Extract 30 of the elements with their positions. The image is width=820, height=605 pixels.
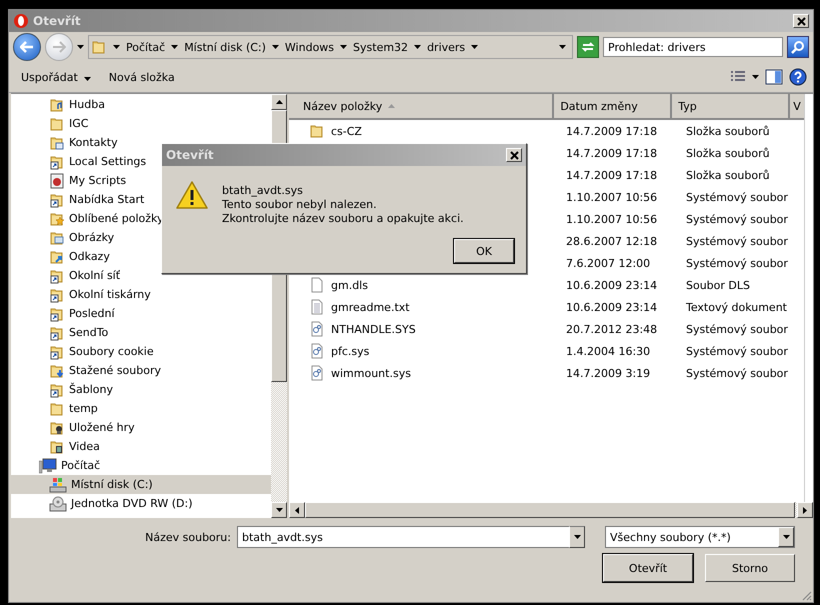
date-cell: 14.7.2009 3:19 bbox=[566, 366, 650, 380]
type-cell: Systémový soubor bbox=[686, 234, 788, 248]
type-cell: Systémový soubor bbox=[686, 366, 788, 380]
type-cell: Složka souborů bbox=[686, 124, 770, 138]
date-cell: 10.6.2009 23:14 bbox=[566, 300, 658, 314]
type-cell: Soubor DLS bbox=[686, 278, 750, 292]
message-text: btath_avdt.sys bbox=[222, 184, 304, 197]
type-cell: Textový dokument bbox=[686, 300, 787, 314]
date-cell: 28.6.2007 12:18 bbox=[566, 234, 658, 248]
message-text: Zkontrolujte název souboru a opakujte akci. bbox=[222, 212, 464, 225]
date-cell: 1.10.2007 10:56 bbox=[566, 212, 658, 226]
date-cell: 1.4.2004 16:30 bbox=[566, 344, 650, 358]
window-title: Otevřít bbox=[33, 14, 82, 28]
type-cell: Složka souborů bbox=[686, 146, 770, 160]
type-cell: Systémový soubor bbox=[686, 190, 788, 204]
message-text: Tento soubor nebyl nalezen. bbox=[222, 198, 378, 211]
type-cell: Systémový soubor bbox=[686, 322, 788, 336]
type-cell: Složka souborů bbox=[686, 168, 770, 182]
filename-label: Název souboru: bbox=[145, 530, 231, 544]
dialog-title: Otevřít bbox=[166, 148, 215, 162]
date-cell: 14.7.2009 17:18 bbox=[566, 146, 658, 160]
date-cell: 7.6.2007 12:00 bbox=[566, 256, 650, 270]
type-cell: Systémový soubor bbox=[686, 212, 788, 226]
date-cell: 14.7.2009 17:18 bbox=[566, 124, 658, 138]
date-cell: 10.6.2009 23:14 bbox=[566, 278, 658, 292]
type-cell: Systémový soubor bbox=[686, 256, 788, 270]
date-cell: 1.10.2007 10:56 bbox=[566, 190, 658, 204]
date-cell: 20.7.2012 23:48 bbox=[566, 322, 658, 336]
date-cell: 14.7.2009 17:18 bbox=[566, 168, 658, 182]
type-cell: Systémový soubor bbox=[686, 344, 788, 358]
